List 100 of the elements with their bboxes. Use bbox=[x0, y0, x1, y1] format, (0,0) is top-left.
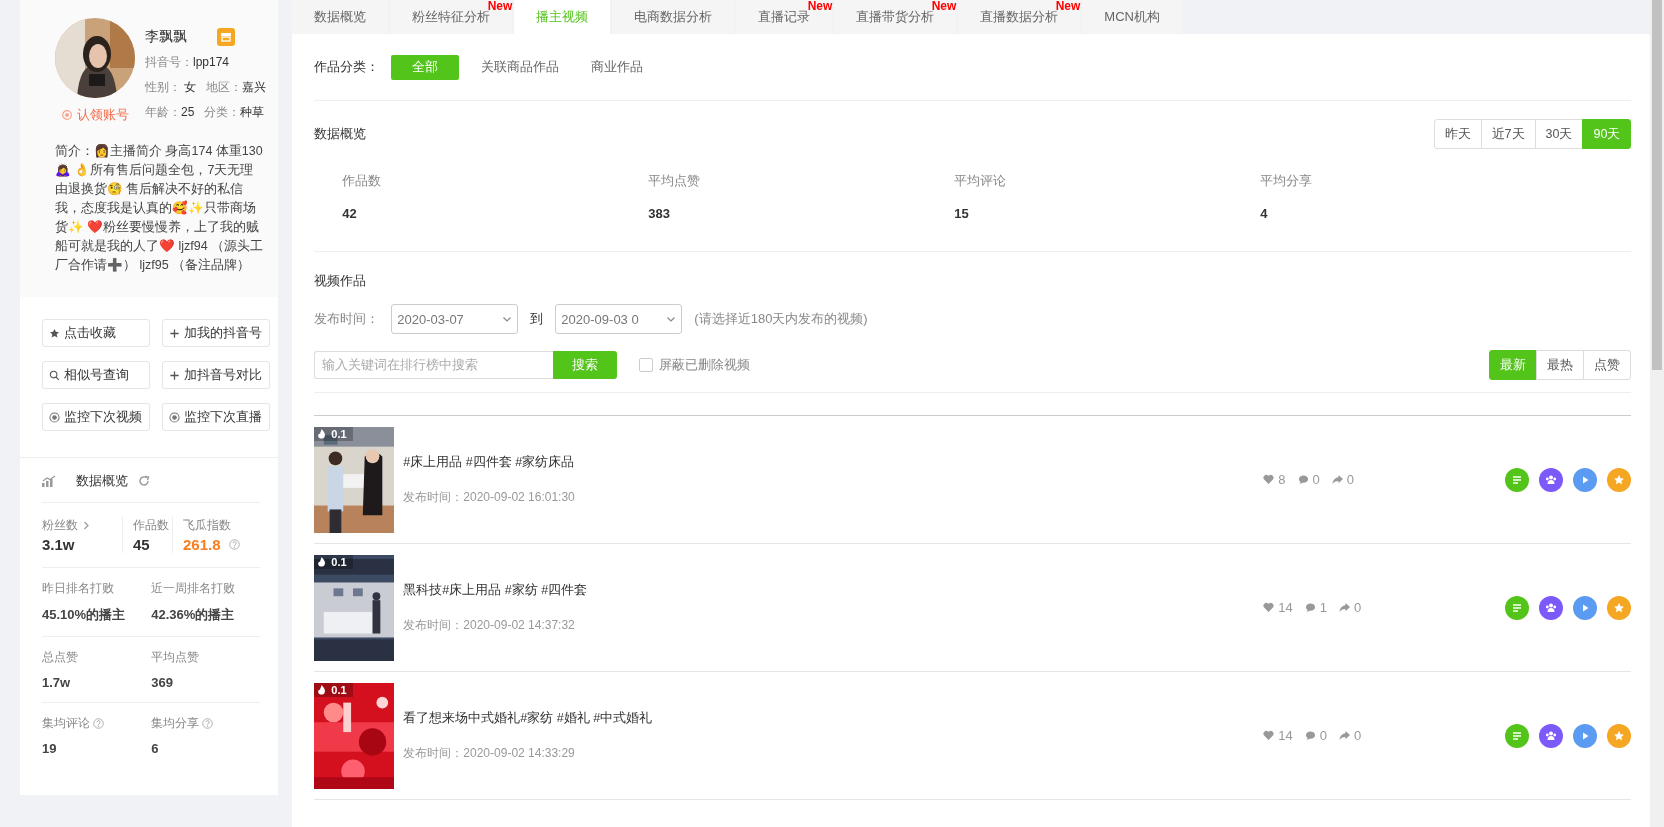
metric-label: 平均分享 bbox=[1260, 173, 1314, 190]
section-title: 视频作品 bbox=[314, 272, 368, 290]
people-icon bbox=[1545, 729, 1558, 742]
score-badge: 0.1 bbox=[314, 554, 353, 569]
eye-icon bbox=[49, 411, 60, 423]
tab[interactable]: 电商数据分析 bbox=[612, 0, 735, 34]
action-button[interactable]: 加我的抖音号 bbox=[162, 319, 270, 347]
sort-button[interactable]: 点赞 bbox=[1583, 350, 1632, 380]
help-icon[interactable] bbox=[93, 718, 104, 729]
like-count: 14 bbox=[1263, 728, 1293, 743]
video-title[interactable]: 黑科技#床上用品 #家纺 #四件套 bbox=[403, 581, 1164, 599]
region: 地区：嘉兴 bbox=[206, 79, 267, 96]
chevron-right-icon[interactable] bbox=[83, 521, 90, 530]
details-button[interactable] bbox=[1505, 723, 1530, 748]
comment-count: 0 bbox=[1304, 728, 1328, 743]
new-label: New bbox=[1055, 0, 1081, 12]
refresh-icon[interactable] bbox=[138, 475, 150, 487]
video-title[interactable]: 看了想来场中式婚礼#家纺 #婚礼 #中式婚礼 bbox=[403, 709, 1164, 727]
details-button[interactable] bbox=[1505, 595, 1530, 620]
like-count: 14 bbox=[1263, 600, 1293, 615]
stat-value: 19 bbox=[42, 741, 58, 756]
comment-count: 0 bbox=[1297, 472, 1320, 487]
age: 年龄：25 bbox=[145, 104, 195, 121]
filter-option[interactable]: 商业作品 bbox=[581, 54, 654, 80]
audience-button[interactable] bbox=[1539, 595, 1564, 620]
tab[interactable]: 直播数据分析 New bbox=[958, 0, 1081, 34]
star-icon bbox=[1613, 729, 1626, 742]
stat-label: 昨日排名打败 bbox=[42, 580, 114, 597]
stat-value: 3.1w bbox=[42, 536, 76, 553]
stat-label: 总点赞 bbox=[42, 649, 78, 666]
action-button[interactable]: 加抖音号对比 bbox=[162, 361, 270, 389]
like-count: 8 bbox=[1263, 472, 1286, 487]
audience-button[interactable] bbox=[1539, 723, 1564, 748]
publish-time: 发布时间：2020-09-02 16:01:30 bbox=[403, 488, 576, 506]
list-icon bbox=[1511, 473, 1524, 486]
audience-button[interactable] bbox=[1539, 467, 1564, 492]
new-label: New bbox=[807, 0, 833, 12]
search-field[interactable]: 输入关键词在排行榜中搜索 bbox=[314, 351, 554, 379]
account-name: 李飘飘 bbox=[145, 28, 187, 46]
plus-icon bbox=[169, 327, 180, 339]
favorite-button[interactable] bbox=[1607, 467, 1632, 492]
score-badge: 0.1 bbox=[314, 682, 353, 697]
people-icon bbox=[1545, 473, 1558, 486]
stat-label: 粉丝数 bbox=[42, 517, 78, 534]
scrollbar-thumb[interactable] bbox=[1652, 0, 1662, 370]
range-button[interactable]: 30天 bbox=[1534, 119, 1584, 149]
date-hint: (请选择近180天内发布的视频) bbox=[694, 310, 868, 328]
metric-value: 15 bbox=[954, 206, 970, 221]
favorite-button[interactable] bbox=[1607, 595, 1632, 620]
date-select[interactable]: 2020-03-07 bbox=[391, 304, 519, 334]
help-icon[interactable] bbox=[202, 718, 214, 729]
range-button[interactable]: 昨天 bbox=[1433, 119, 1482, 149]
stat-label: 作品数 bbox=[133, 517, 170, 534]
comment-count: 1 bbox=[1304, 600, 1328, 615]
play-button[interactable] bbox=[1573, 467, 1598, 492]
stat-value: 1.7w bbox=[42, 675, 72, 690]
tab[interactable]: 直播带货分析 New bbox=[834, 0, 957, 34]
action-button[interactable]: 相似号查询 bbox=[42, 361, 150, 389]
filter-option[interactable]: 关联商品作品 bbox=[471, 54, 570, 80]
range-button[interactable]: 近7天 bbox=[1480, 119, 1536, 149]
plus-icon bbox=[169, 369, 180, 381]
details-button[interactable] bbox=[1505, 467, 1530, 492]
stat-value: 45.10%的播主 bbox=[42, 606, 127, 624]
star-icon bbox=[1613, 473, 1626, 486]
help-icon[interactable] bbox=[228, 539, 240, 550]
share-count: 0 bbox=[1339, 728, 1362, 743]
stat-label: 近一周排名打败 bbox=[151, 580, 236, 597]
tab[interactable]: 粉丝特征分析 New bbox=[390, 0, 513, 34]
play-button[interactable] bbox=[1573, 723, 1598, 748]
stat-label: 集均评论 bbox=[42, 715, 90, 732]
shop-icon bbox=[217, 28, 235, 46]
share-count: 0 bbox=[1339, 600, 1362, 615]
publish-time: 发布时间：2020-09-02 14:33:29 bbox=[403, 744, 576, 762]
sort-button[interactable]: 最热 bbox=[1536, 350, 1585, 380]
section-title: 数据概览 bbox=[314, 125, 367, 143]
gender: 性别： 女 bbox=[145, 79, 197, 96]
filter-label: 作品分类： bbox=[314, 58, 380, 76]
action-button[interactable]: 监控下次直播 bbox=[162, 403, 270, 431]
eye-icon bbox=[169, 411, 180, 423]
search-icon bbox=[49, 369, 60, 381]
hide-deleted-checkbox[interactable]: 屏蔽已删除视频 bbox=[633, 355, 757, 375]
date-select[interactable]: 2020-09-03 0 bbox=[555, 304, 683, 334]
new-label: New bbox=[931, 0, 957, 12]
play-button[interactable] bbox=[1573, 595, 1598, 620]
star-icon bbox=[1613, 601, 1626, 614]
stat-label: 平均点赞 bbox=[151, 649, 200, 666]
tab[interactable]: MCN机构 bbox=[1082, 0, 1182, 34]
stat-label: 飞瓜指数 bbox=[183, 517, 232, 534]
action-button[interactable]: 点击收藏 bbox=[42, 319, 150, 347]
tab[interactable]: 数据概览 bbox=[292, 0, 389, 34]
stat-value: 369 bbox=[151, 675, 174, 690]
video-title[interactable]: #床上用品 #四件套 #家纺床品 bbox=[403, 453, 1164, 471]
target-icon bbox=[61, 110, 72, 120]
share-count: 0 bbox=[1331, 472, 1355, 487]
metric-label: 平均点赞 bbox=[648, 173, 702, 190]
tab[interactable]: 直播记录 New bbox=[736, 0, 833, 34]
to-label: 到 bbox=[530, 310, 544, 328]
bio-text: 简介：👩主播简介 身高174 体重130🙇‍♀ 👌所有售后问题全包，7天无理由退换货🧐 售后解决不好的私信我，态度我是认真的🥰✨只带商场货✨ ❤粉丝要慢慢养，上了我的贼船可就是我的人了❤ ljzf94 （源头工厂合作请➕） ljzf95 （备注品牌） bbox=[55, 143, 265, 274]
favorite-button[interactable] bbox=[1607, 723, 1632, 748]
action-button[interactable]: 监控下次视频 bbox=[42, 403, 150, 431]
